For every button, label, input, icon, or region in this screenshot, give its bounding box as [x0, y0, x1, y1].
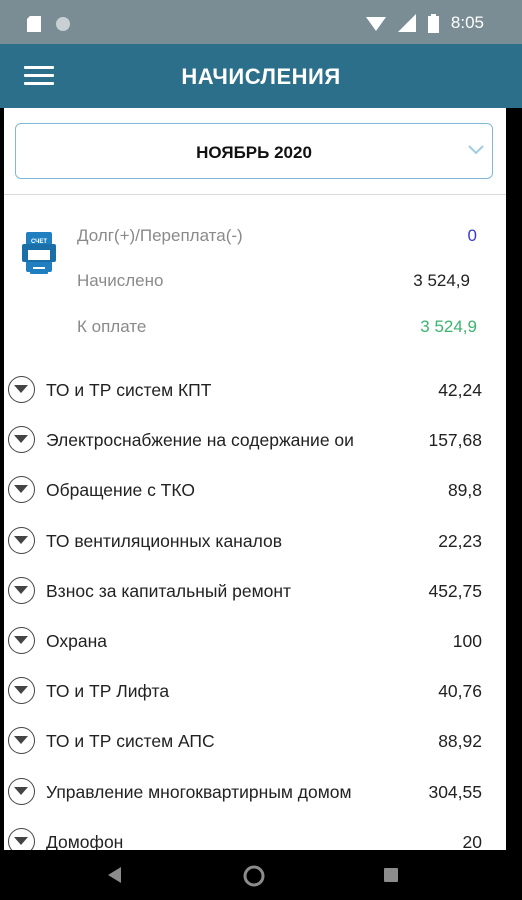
- invoice-icon-label: СЧЕТ: [30, 239, 48, 245]
- item-name: Охрана: [46, 630, 108, 651]
- list-item[interactable]: Обращение с ТКО 89,8: [4, 470, 506, 520]
- expand-chevron-icon[interactable]: [8, 727, 35, 755]
- summary-topay-value: 3 524,9: [420, 317, 477, 336]
- main-content: НОЯБРЬ 2020 СЧЕТ Долг(+)/Переплата(-) 0 …: [4, 108, 506, 850]
- item-name: ТО вентиляционных каналов: [46, 530, 283, 551]
- list-item[interactable]: Охрана 100: [4, 621, 506, 671]
- recents-icon[interactable]: [383, 867, 399, 883]
- expand-chevron-icon[interactable]: [8, 376, 35, 403]
- invoice-icon: [22, 232, 56, 274]
- item-amount: 100: [452, 630, 482, 651]
- item-amount: 22,23: [438, 530, 482, 551]
- list-item[interactable]: ТО и ТР систем КПТ 42,24: [4, 370, 506, 420]
- screen-edge: [506, 108, 522, 850]
- summary-debt-label: Долг(+)/Переплата(-): [77, 226, 243, 245]
- expand-chevron-icon[interactable]: [8, 827, 35, 850]
- summary-charged-label: Начислено: [77, 271, 164, 290]
- expand-chevron-icon[interactable]: [8, 777, 35, 805]
- status-time: 8:05: [450, 13, 484, 32]
- list-item[interactable]: Электроснабжение на содержание ои 157,68: [4, 420, 506, 470]
- item-name: Обращение с ТКО: [46, 480, 195, 501]
- status-bar: 8:05: [0, 0, 522, 44]
- item-amount: 304,55: [428, 781, 482, 802]
- summary-charged: Начислено 3 524,9: [77, 271, 470, 295]
- charges-list: ТО и ТР систем КПТ 42,24 Электроснабжени…: [4, 370, 506, 850]
- app-bar: НАЧИСЛЕНИЯ: [0, 44, 522, 108]
- list-item[interactable]: Домофон 20: [4, 822, 506, 850]
- list-item[interactable]: Взнос за капитальный ремонт 452,75: [4, 571, 506, 621]
- signal-icon: [397, 14, 416, 32]
- item-name: Взнос за капитальный ремонт: [46, 580, 292, 601]
- expand-chevron-icon[interactable]: [8, 626, 35, 654]
- battery-icon: [427, 13, 439, 33]
- item-amount: 42,24: [438, 380, 482, 400]
- item-amount: 452,75: [428, 580, 482, 601]
- list-item[interactable]: Управление многоквартирным домом 304,55: [4, 772, 506, 822]
- expand-chevron-icon[interactable]: [8, 677, 35, 705]
- item-name: Управление многоквартирным домом: [46, 781, 352, 802]
- chevron-down-icon: [468, 145, 484, 155]
- item-name: Электроснабжение на содержание ои: [46, 430, 354, 451]
- system-nav-bar: [0, 850, 522, 900]
- sd-card-icon: [27, 16, 41, 32]
- summary-debt: Долг(+)/Переплата(-) 0: [77, 226, 477, 250]
- item-name: ТО и ТР систем АПС: [46, 731, 215, 752]
- item-name: ТО и ТР систем КПТ: [46, 380, 212, 400]
- circle-notification-icon: [56, 17, 70, 31]
- home-icon[interactable]: [242, 864, 266, 888]
- expand-chevron-icon[interactable]: [8, 576, 35, 604]
- month-select-value: НОЯБРЬ 2020: [196, 143, 312, 162]
- item-name: Домофон: [46, 831, 124, 850]
- summary-debt-value: 0: [467, 226, 477, 245]
- item-name: ТО и ТР Лифта: [46, 681, 170, 702]
- item-amount: 40,76: [438, 681, 482, 702]
- list-item[interactable]: ТО и ТР Лифта 40,76: [4, 671, 506, 721]
- item-amount: 89,8: [447, 480, 482, 501]
- divider: [4, 194, 506, 195]
- list-item[interactable]: ТО вентиляционных каналов 22,23: [4, 521, 506, 571]
- wifi-icon: [365, 17, 386, 31]
- item-amount: 88,92: [438, 731, 482, 752]
- expand-chevron-icon[interactable]: [8, 426, 35, 454]
- month-select[interactable]: НОЯБРЬ 2020: [15, 123, 493, 179]
- list-item[interactable]: ТО и ТР систем АПС 88,92: [4, 721, 506, 771]
- expand-chevron-icon[interactable]: [8, 526, 35, 554]
- summary-topay: К оплате 3 524,9: [77, 317, 477, 341]
- item-amount: 20: [462, 831, 482, 850]
- back-icon[interactable]: [106, 866, 122, 884]
- page-title: НАЧИСЛЕНИЯ: [181, 64, 341, 89]
- summary-charged-value: 3 524,9: [413, 271, 470, 290]
- expand-chevron-icon[interactable]: [8, 476, 35, 504]
- summary-topay-label: К оплате: [77, 317, 147, 336]
- item-amount: 157,68: [428, 430, 482, 451]
